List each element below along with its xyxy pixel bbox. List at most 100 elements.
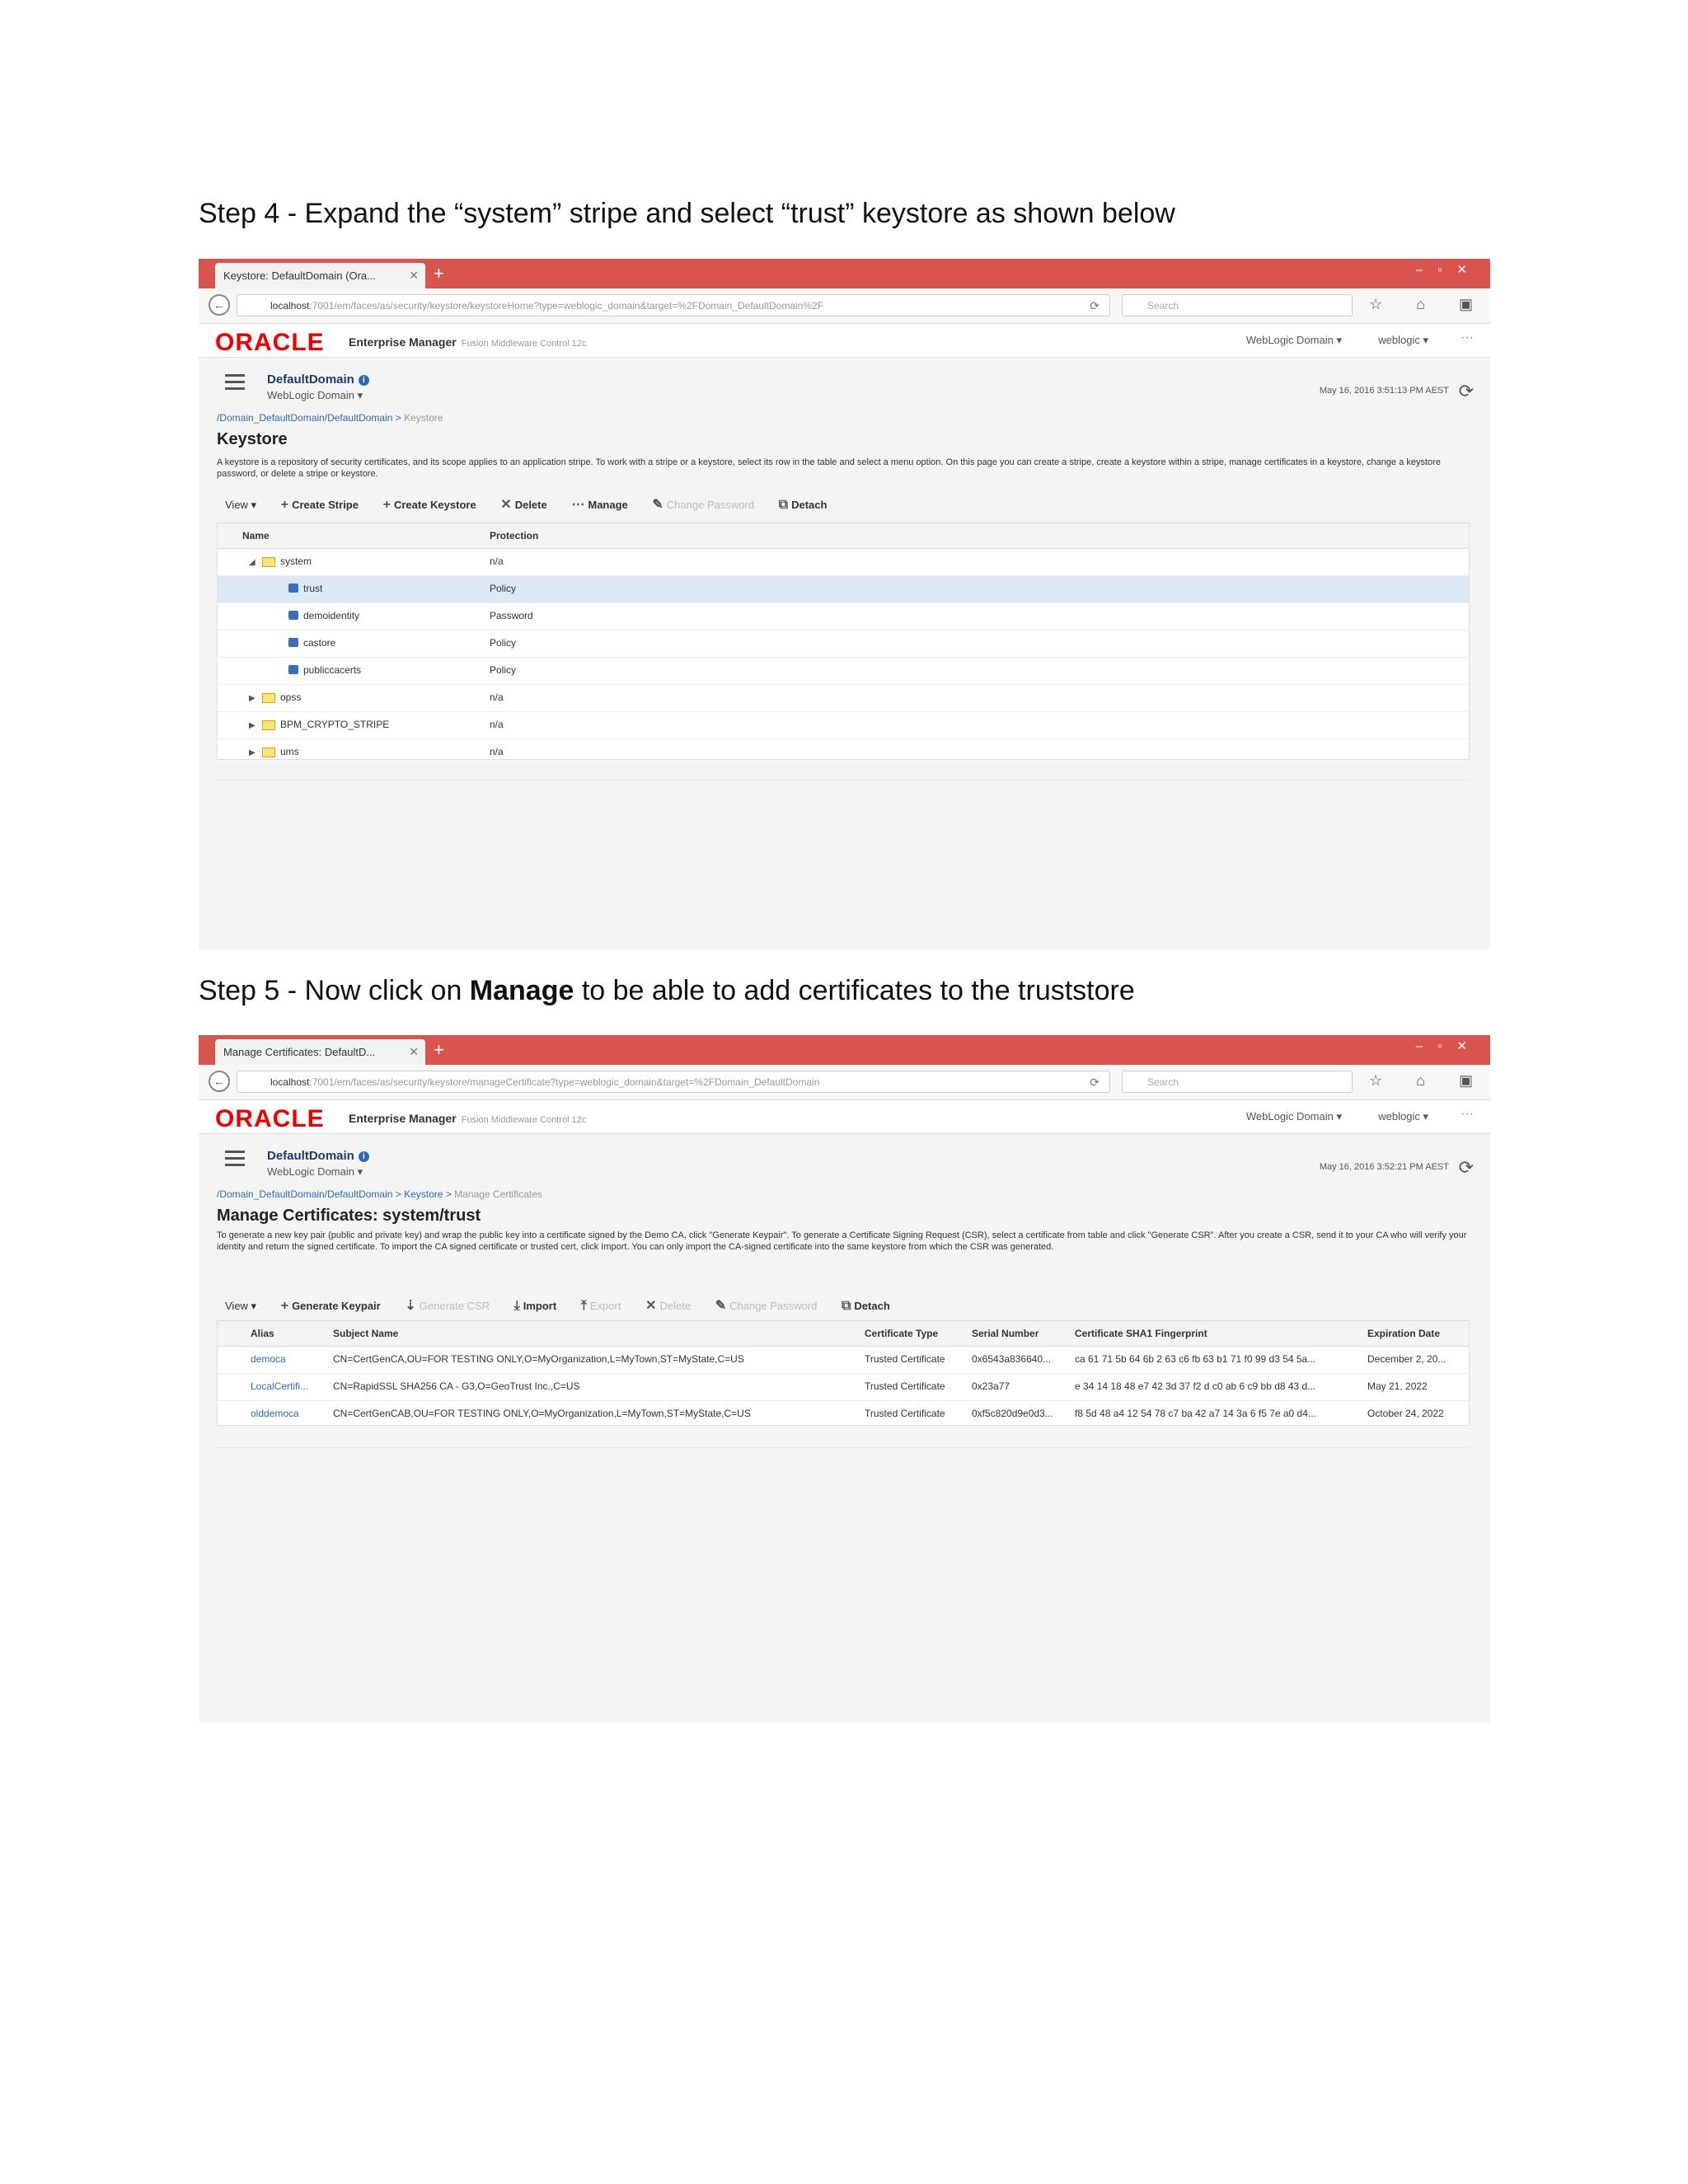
- row-name: BPM_CRYPTO_STRIPE: [280, 719, 390, 730]
- table-row-selected[interactable]: trust Policy: [218, 576, 1469, 603]
- column-header-name[interactable]: Name: [242, 523, 270, 548]
- more-icon[interactable]: ···: [1461, 330, 1474, 345]
- browser-tab[interactable]: Keystore: DefaultDomain (Ora... ✕: [215, 263, 425, 288]
- lock-icon: [288, 611, 298, 621]
- expand-triangle-icon[interactable]: ▶: [249, 687, 257, 711]
- column-header-protection[interactable]: Protection: [490, 523, 538, 548]
- domain-target-menu[interactable]: WebLogic Domain ▾: [267, 389, 363, 402]
- em-title: Enterprise Manager Fusion Middleware Cont…: [349, 1112, 587, 1125]
- row-alias[interactable]: LocalCertifi...: [251, 1374, 329, 1399]
- domain-name[interactable]: DefaultDomain i: [267, 1149, 369, 1163]
- folder-icon: [262, 692, 275, 703]
- info-icon: i: [358, 374, 369, 386]
- row-subject: CN=CertGenCA,OU=FOR TESTING ONLY,O=MyOrg…: [333, 1353, 744, 1365]
- column-header-alias[interactable]: Alias: [251, 1321, 274, 1346]
- detach-button[interactable]: ⧉ Detach: [779, 498, 828, 513]
- url-bar[interactable]: localhost:7001/em/faces/as/security/keys…: [237, 1071, 1110, 1093]
- plus-icon: +: [280, 1299, 289, 1313]
- row-alias[interactable]: olddemoca: [251, 1401, 329, 1426]
- row-protection: n/a: [490, 746, 504, 757]
- user-menu[interactable]: weblogic ▾: [1378, 334, 1428, 347]
- table-row[interactable]: ▶ BPM_CRYPTO_STRIPE n/a: [218, 712, 1469, 739]
- browser-toolbar-icons[interactable]: ☆ ⌂ ▣ ⬇ ⌂ ◉ ◐ ≡: [1369, 296, 1490, 313]
- generate-csr-button[interactable]: ⇣ Generate CSR: [405, 1297, 490, 1314]
- create-keystore-button[interactable]: + Create Keystore: [383, 498, 476, 513]
- view-menu[interactable]: View ▾: [225, 499, 256, 512]
- reload-icon[interactable]: ⟳: [1090, 1071, 1100, 1092]
- expand-triangle-icon[interactable]: ▶: [249, 741, 257, 766]
- row-serial: 0xf5c820d9e0d3...: [972, 1408, 1053, 1419]
- delete-button[interactable]: ✕ Delete: [645, 1297, 691, 1314]
- domain-name[interactable]: DefaultDomain i: [267, 373, 369, 387]
- domain-target-menu[interactable]: WebLogic Domain ▾: [267, 1165, 363, 1179]
- em-subtitle: Fusion Middleware Control 12c: [461, 339, 587, 349]
- delete-button[interactable]: ✕ Delete: [500, 496, 546, 513]
- weblogic-domain-menu[interactable]: WebLogic Domain ▾: [1246, 334, 1342, 347]
- row-fingerprint: e 34 14 18 48 e7 42 3d 37 f2 d c0 ab 6 c…: [1075, 1380, 1316, 1392]
- navigator-menu-icon[interactable]: [225, 1151, 245, 1169]
- create-stripe-button[interactable]: + Create Stripe: [281, 498, 359, 513]
- user-menu[interactable]: weblogic ▾: [1378, 1110, 1428, 1123]
- more-icon[interactable]: ···: [1461, 1107, 1474, 1122]
- keystore-table: Name Protection ◢ system n/a trust Policy…: [217, 523, 1470, 766]
- close-icon[interactable]: ✕: [409, 1039, 419, 1065]
- detach-button[interactable]: ⧉ Detach: [842, 1299, 890, 1314]
- weblogic-domain-menu[interactable]: WebLogic Domain ▾: [1246, 1110, 1342, 1123]
- row-protection: n/a: [490, 691, 504, 703]
- generate-keypair-button[interactable]: + Generate Keypair: [281, 1299, 381, 1314]
- row-type: Trusted Certificate: [865, 1353, 945, 1365]
- table-row[interactable]: ▶ opss n/a: [218, 685, 1469, 712]
- url-bar[interactable]: localhost:7001/em/faces/as/security/keys…: [237, 294, 1110, 316]
- folder-icon: [262, 556, 275, 567]
- em-page-body: DefaultDomain i WebLogic Domain ▾ May 16,…: [199, 1134, 1490, 1722]
- change-password-button[interactable]: ✎ Change Password: [652, 496, 754, 513]
- row-expiration: May 21, 2022: [1367, 1380, 1428, 1392]
- reload-icon[interactable]: ⟳: [1090, 295, 1100, 316]
- export-button[interactable]: ⤒ Export: [581, 1299, 621, 1314]
- column-header-serial[interactable]: Serial Number: [972, 1321, 1039, 1346]
- em-page-body: DefaultDomain i WebLogic Domain ▾ May 16,…: [199, 358, 1490, 949]
- table-row[interactable]: democa CN=CertGenCA,OU=FOR TESTING ONLY,…: [218, 1347, 1469, 1374]
- column-header-fingerprint[interactable]: Certificate SHA1 Fingerprint: [1075, 1321, 1207, 1346]
- search-input[interactable]: Search: [1122, 294, 1353, 316]
- expand-triangle-icon[interactable]: ▶: [249, 714, 257, 738]
- change-password-button[interactable]: ✎ Change Password: [715, 1297, 818, 1314]
- row-serial: 0x23a77: [972, 1380, 1010, 1392]
- breadcrumb-link-domain[interactable]: /Domain_DefaultDomain/DefaultDomain: [217, 1188, 392, 1200]
- new-tab-icon[interactable]: +: [434, 1038, 444, 1062]
- table-row[interactable]: demoidentity Password: [218, 603, 1469, 630]
- new-tab-icon[interactable]: +: [434, 262, 444, 285]
- table-row[interactable]: olddemoca CN=CertGenCAB,OU=FOR TESTING O…: [218, 1401, 1469, 1428]
- collapse-triangle-icon[interactable]: ◢: [249, 551, 257, 575]
- browser-tab[interactable]: Manage Certificates: DefaultD... ✕: [215, 1039, 425, 1065]
- page-description: A keystore is a repository of security c…: [217, 457, 1441, 479]
- refresh-icon[interactable]: ⟳: [1459, 381, 1474, 402]
- search-input[interactable]: Search: [1122, 1071, 1353, 1093]
- column-header-subject[interactable]: Subject Name: [333, 1321, 398, 1346]
- manage-button[interactable]: ⋯ Manage: [571, 496, 627, 513]
- view-menu[interactable]: View ▾: [225, 1300, 256, 1313]
- browser-toolbar-icons[interactable]: ☆ ⌂ ▣ ⬇ ⌂ ◉ ◐ ≡: [1369, 1072, 1490, 1090]
- table-row[interactable]: LocalCertifi... CN=RapidSSL SHA256 CA - …: [218, 1374, 1469, 1401]
- column-header-expiration[interactable]: Expiration Date: [1367, 1321, 1440, 1346]
- window-controls-icon[interactable]: –▫✕: [1416, 1038, 1482, 1053]
- delete-x-icon: ✕: [645, 1299, 657, 1313]
- column-header-type[interactable]: Certificate Type: [865, 1321, 938, 1346]
- table-row[interactable]: castore Policy: [218, 630, 1469, 658]
- back-arrow-icon[interactable]: ←: [209, 1071, 230, 1092]
- breadcrumb-link-domain[interactable]: /Domain_DefaultDomain/DefaultDomain: [217, 412, 392, 424]
- row-alias[interactable]: democa: [251, 1347, 329, 1371]
- row-serial: 0x6543a836640...: [972, 1353, 1052, 1365]
- breadcrumb-current: Keystore: [404, 412, 443, 424]
- close-icon[interactable]: ✕: [409, 263, 419, 288]
- table-row[interactable]: publiccacerts Policy: [218, 658, 1469, 685]
- breadcrumb: /Domain_DefaultDomain/DefaultDomain > Ke…: [217, 1188, 542, 1200]
- breadcrumb-link-keystore[interactable]: Keystore: [404, 1188, 443, 1200]
- import-button[interactable]: ⤓ Import: [514, 1299, 557, 1314]
- refresh-icon[interactable]: ⟳: [1459, 1157, 1474, 1179]
- table-row[interactable]: ▶ ums n/a: [218, 739, 1469, 766]
- table-row[interactable]: ◢ system n/a: [218, 549, 1469, 576]
- navigator-menu-icon[interactable]: [225, 374, 245, 392]
- back-arrow-icon[interactable]: ←: [209, 294, 230, 316]
- window-controls-icon[interactable]: –▫✕: [1416, 262, 1482, 277]
